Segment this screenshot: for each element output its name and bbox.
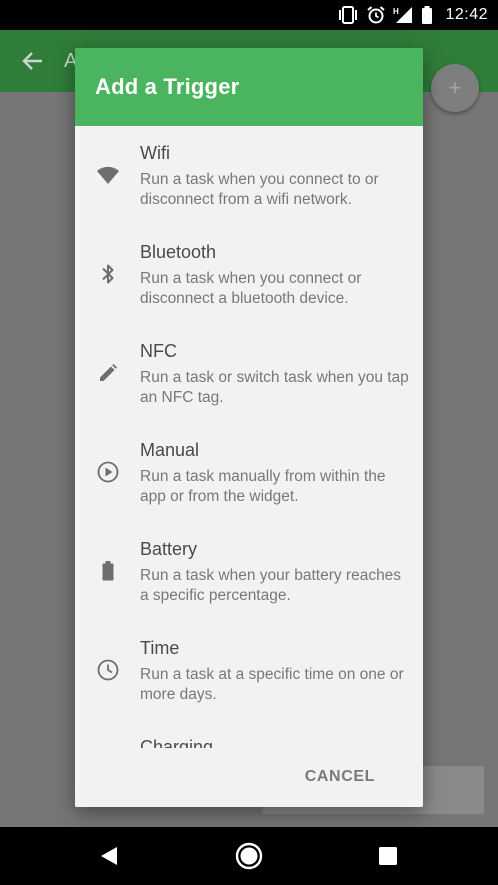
- status-time: 12:42: [445, 6, 488, 23]
- dialog-header: Add a Trigger: [75, 48, 423, 126]
- navigation-bar: [0, 827, 498, 885]
- clock-icon: [96, 658, 120, 682]
- pencil-icon: [96, 361, 120, 385]
- back-triangle-icon[interactable]: [98, 844, 122, 868]
- wifi-icon: [96, 163, 120, 187]
- trigger-name: Battery: [140, 539, 198, 559]
- trigger-description: Run a task when you connect to or discon…: [140, 171, 379, 208]
- dialog-title: Add a Trigger: [95, 74, 240, 99]
- trigger-name: Charging: [140, 737, 214, 748]
- trigger-name: NFC: [140, 341, 177, 361]
- alarm-icon: [367, 6, 386, 24]
- vibrate-icon: [337, 6, 359, 24]
- trigger-name: Manual: [140, 440, 200, 460]
- trigger-name: Wifi: [140, 143, 170, 163]
- recents-square-icon[interactable]: [378, 846, 398, 866]
- trigger-description: Run a task or switch task when you tap a…: [140, 369, 409, 406]
- add-task-button[interactable]: +: [431, 64, 479, 112]
- arrow-left-icon[interactable]: [22, 50, 44, 77]
- bluetooth-icon: [96, 262, 120, 286]
- battery-icon: [96, 559, 120, 583]
- trigger-item-manual[interactable]: Manual Run a task manually from within t…: [75, 423, 423, 522]
- add-trigger-dialog: Add a Trigger Wifi Run a task when you c…: [75, 48, 423, 807]
- trigger-item-wifi[interactable]: Wifi Run a task when you connect to or d…: [75, 126, 423, 225]
- home-circle-icon[interactable]: [235, 842, 263, 870]
- trigger-item-charging[interactable]: Charging: [75, 720, 423, 748]
- trigger-item-nfc[interactable]: NFC Run a task or switch task when you t…: [75, 324, 423, 423]
- signal-icon: H: [393, 6, 413, 24]
- dialog-footer: CANCEL: [75, 748, 423, 807]
- trigger-name: Time: [140, 638, 180, 658]
- trigger-description: Run a task manually from within the app …: [140, 468, 386, 505]
- trigger-item-battery[interactable]: Battery Run a task when your battery rea…: [75, 522, 423, 621]
- trigger-item-time[interactable]: Time Run a task at a specific time on on…: [75, 621, 423, 720]
- play-circle-icon: [96, 460, 120, 484]
- status-bar: H 12:42: [0, 0, 498, 30]
- battery-icon: [421, 6, 433, 24]
- trigger-description: Run a task at a specific time on one or …: [140, 666, 404, 703]
- trigger-description: Run a task when your battery reaches a s…: [140, 567, 402, 604]
- trigger-name: Bluetooth: [140, 242, 217, 262]
- trigger-list[interactable]: Wifi Run a task when you connect to or d…: [75, 126, 423, 748]
- trigger-item-bluetooth[interactable]: Bluetooth Run a task when you connect or…: [75, 225, 423, 324]
- cancel-button[interactable]: CANCEL: [305, 768, 375, 786]
- plus-icon: +: [448, 75, 462, 100]
- svg-text:H: H: [393, 7, 399, 16]
- trigger-description: Run a task when you connect or disconnec…: [140, 270, 362, 307]
